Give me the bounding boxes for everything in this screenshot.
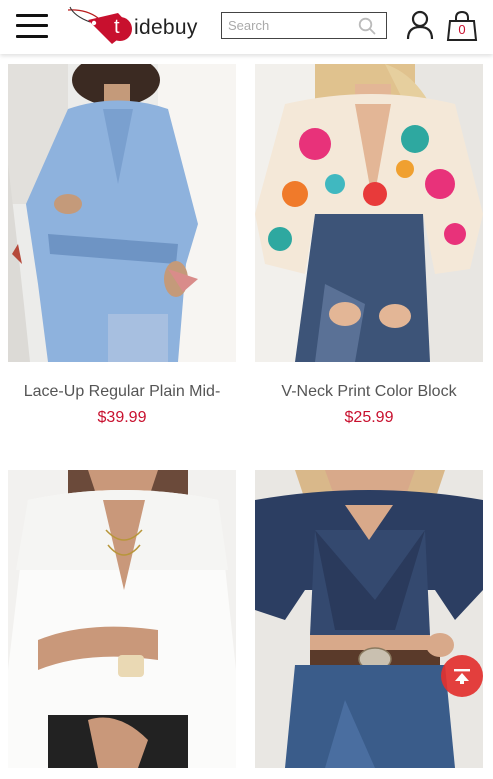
logo-initial: t bbox=[114, 16, 120, 38]
product-image[interactable] bbox=[255, 470, 483, 768]
search-icon[interactable] bbox=[358, 17, 376, 35]
search-input[interactable] bbox=[222, 13, 363, 38]
logo-text: idebuy bbox=[134, 16, 198, 39]
search-box bbox=[221, 12, 387, 39]
back-to-top-button[interactable] bbox=[441, 655, 483, 697]
product-price: $39.99 bbox=[97, 409, 147, 426]
product-price: $25.99 bbox=[344, 409, 394, 426]
product-image[interactable] bbox=[8, 470, 236, 768]
product-name[interactable]: V-Neck Print Color Block bbox=[255, 383, 483, 401]
product-name[interactable]: Lace-Up Regular Plain Mid- bbox=[8, 383, 236, 401]
cart-button[interactable]: 0 bbox=[446, 10, 478, 42]
back-to-top-icon bbox=[454, 669, 470, 684]
product-image[interactable] bbox=[255, 64, 483, 362]
cart-count: 0 bbox=[458, 22, 466, 37]
product-image[interactable] bbox=[8, 64, 236, 362]
menu-icon[interactable] bbox=[16, 12, 50, 40]
user-icon[interactable] bbox=[406, 10, 434, 40]
top-header: t idebuy 0 bbox=[0, 0, 493, 54]
